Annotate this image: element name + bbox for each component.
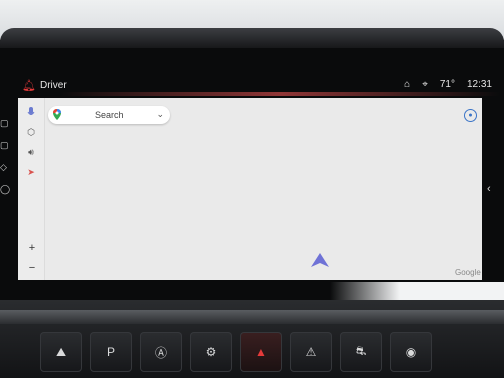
- drive-mode-icon[interactable]: ⚙︎: [190, 332, 232, 372]
- left-edge-icons: ▢ ▢ ◇ ◯: [0, 118, 10, 206]
- zoom-controls: + −: [23, 238, 41, 278]
- square-icon: ▢: [0, 118, 9, 128]
- temperature: 71°: [439, 79, 455, 90]
- current-location-arrow-icon: [311, 253, 329, 267]
- car-icon: ⌂: [404, 79, 411, 90]
- map-view[interactable]: [18, 98, 482, 280]
- off-road-icon[interactable]: ⛐︎: [340, 332, 382, 372]
- account-icon[interactable]: ●: [464, 109, 477, 122]
- search-bar[interactable]: Search ⌄: [48, 106, 170, 124]
- profile-name[interactable]: Driver: [40, 80, 67, 91]
- volume-icon[interactable]: 🔊︎: [23, 144, 39, 160]
- search-label: Search: [95, 110, 124, 120]
- navigation-icon[interactable]: ➤: [23, 164, 39, 180]
- hardware-button-row: ⛰︎ P Ⓐ ⚙︎ ▲ ⚠︎ ⛐︎ ◉: [40, 332, 504, 372]
- status-right: ⌂ ⌖ 71° 12:31: [404, 79, 492, 90]
- maps-pin-icon: [53, 109, 61, 120]
- microphone-icon[interactable]: [23, 104, 39, 120]
- square-icon: ▢: [0, 140, 9, 150]
- bell-user-icon[interactable]: 🔔︎: [22, 79, 36, 92]
- settings-hex-icon[interactable]: ⬡: [23, 124, 39, 140]
- google-logo: Google: [455, 268, 481, 277]
- status-bar: 🔔︎ Driver ⌂ ⌖ 71° 12:31: [18, 76, 500, 96]
- hazard-icon[interactable]: ▲: [240, 332, 282, 372]
- phone-icon: ◯: [0, 184, 11, 194]
- zoom-in-button[interactable]: +: [23, 238, 41, 258]
- park-assist-icon[interactable]: P: [90, 332, 132, 372]
- cube-icon: ◇: [0, 162, 7, 172]
- console-trim: [0, 310, 504, 324]
- camera-icon[interactable]: ◉: [390, 332, 432, 372]
- bezel-top-edge: [0, 28, 504, 48]
- chevron-left-icon[interactable]: ‹: [487, 183, 491, 195]
- chevron-down-icon[interactable]: ⌄: [156, 109, 164, 120]
- auto-stop-icon[interactable]: Ⓐ: [140, 332, 182, 372]
- location-pin-icon: ⌖: [422, 79, 428, 90]
- clock: 12:31: [466, 79, 492, 90]
- hill-descent-icon[interactable]: ⛰︎: [40, 332, 82, 372]
- traction-icon[interactable]: ⚠︎: [290, 332, 332, 372]
- zoom-out-button[interactable]: −: [23, 258, 41, 278]
